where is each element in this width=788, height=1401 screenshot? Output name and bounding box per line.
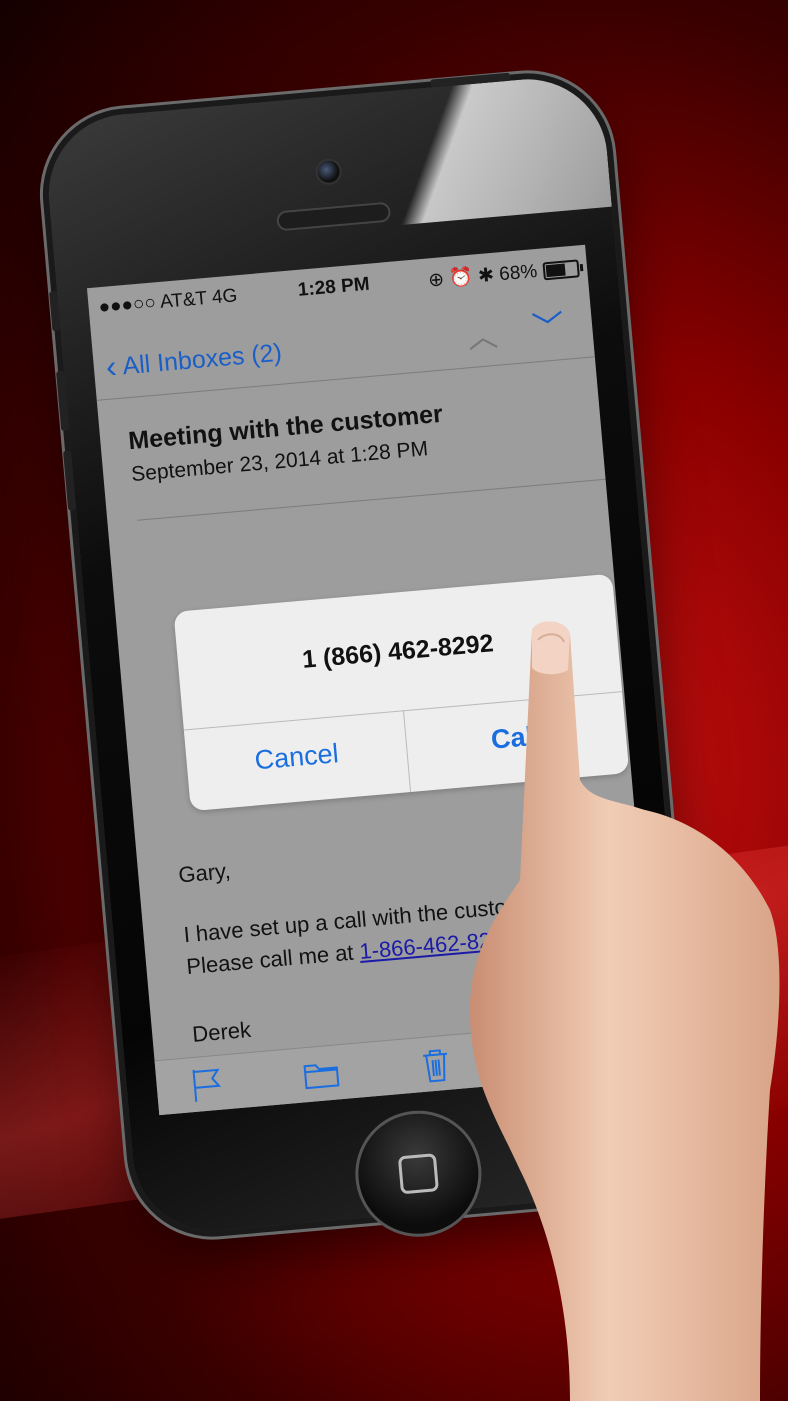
- battery-icon: [542, 259, 580, 281]
- email-signature: Derek: [191, 1016, 252, 1047]
- status-indicators: ⊕ ⏰ ✱ 68%: [427, 261, 539, 292]
- power-button: [430, 72, 511, 88]
- chevron-down-icon[interactable]: ﹀: [530, 301, 566, 350]
- call-alert-dialog: 1 (866) 462-8292 Cancel Call: [173, 573, 630, 812]
- mute-switch: [49, 290, 61, 332]
- volume-down-button: [63, 450, 77, 511]
- back-button-label: All Inboxes (2): [121, 338, 283, 381]
- volume-up-button: [56, 370, 70, 432]
- iphone-device: ●●●○○ AT&T 4G 1:28 PM ⊕ ⏰ ✱ 68% ‹ All Inb…: [42, 72, 698, 1243]
- call-button[interactable]: Call: [405, 713, 627, 763]
- alert-phone-number: 1 (866) 462-8292: [301, 629, 495, 674]
- battery-level: [545, 263, 566, 278]
- chevron-left-icon: ‹: [104, 348, 119, 385]
- carrier-signal: ●●●○○ AT&T 4G: [97, 285, 239, 319]
- home-button[interactable]: [350, 1105, 487, 1243]
- back-button[interactable]: ‹ All Inboxes (2): [104, 334, 283, 386]
- header-divider: [137, 478, 606, 521]
- phone-number-link[interactable]: 1-866-462-8292: [358, 925, 516, 964]
- email-greeting: Gary,: [177, 858, 232, 888]
- earpiece-speaker: [275, 201, 392, 232]
- front-camera: [314, 157, 343, 186]
- home-square-icon: [397, 1153, 439, 1195]
- screen: ●●●○○ AT&T 4G 1:28 PM ⊕ ⏰ ✱ 68% ‹ All Inb…: [86, 244, 658, 1116]
- flag-icon[interactable]: [185, 1063, 228, 1106]
- folder-icon[interactable]: [300, 1053, 343, 1096]
- trash-icon[interactable]: [414, 1043, 457, 1086]
- status-time: 1:28 PM: [297, 273, 371, 301]
- device-scene: ●●●○○ AT&T 4G 1:28 PM ⊕ ⏰ ✱ 68% ‹ All Inb…: [0, 0, 788, 1401]
- chevron-up-icon[interactable]: ︿: [466, 311, 500, 357]
- cancel-button[interactable]: Cancel: [186, 732, 408, 782]
